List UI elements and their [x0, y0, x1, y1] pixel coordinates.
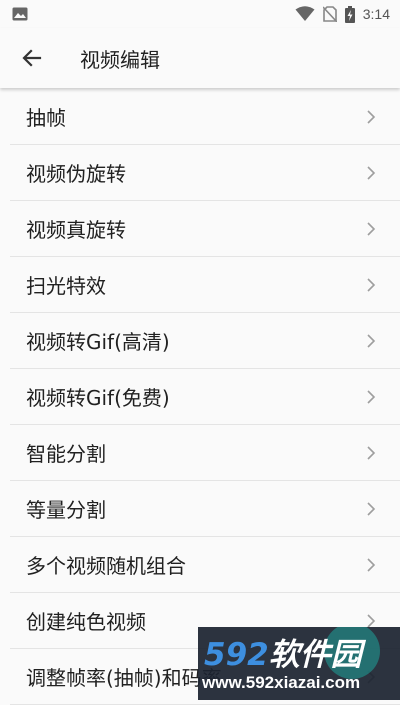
watermark-logo: 592软件园 www.592xiazai.com	[198, 627, 400, 700]
list-item[interactable]: 视频转Gif(免费)	[10, 369, 400, 425]
status-bar: 3:14	[0, 0, 400, 28]
list-item[interactable]: 视频真旋转	[10, 201, 400, 257]
wifi-icon	[295, 6, 315, 21]
list-item[interactable]: 视频转Gif(高清)	[10, 313, 400, 369]
list-item-label: 扫光特效	[26, 274, 106, 298]
list-item-label: 视频转Gif(高清)	[26, 330, 170, 354]
chevron-right-icon	[367, 221, 376, 236]
image-icon	[12, 7, 28, 21]
list-item[interactable]: 视频伪旋转	[10, 145, 400, 201]
status-time: 3:14	[362, 6, 390, 22]
no-sim-icon	[322, 6, 337, 22]
watermark-brand-number: 592	[204, 637, 269, 673]
chevron-right-icon	[367, 501, 376, 516]
chevron-right-icon	[367, 389, 376, 404]
chevron-right-icon	[367, 445, 376, 460]
list-item[interactable]: 扫光特效	[10, 257, 400, 313]
page-title: 视频编辑	[80, 47, 160, 72]
list-item-label: 视频转Gif(免费)	[26, 386, 170, 410]
list-item[interactable]: 等量分割	[10, 481, 400, 537]
watermark-brand-text: 软件园	[268, 637, 362, 673]
chevron-right-icon	[367, 333, 376, 348]
list-item-label: 抽帧	[26, 106, 66, 130]
chevron-right-icon	[367, 277, 376, 292]
battery-charging-icon	[344, 5, 355, 23]
watermark-url: www.592xiazai.com	[202, 673, 361, 692]
chevron-right-icon	[367, 557, 376, 572]
list-item-label: 视频真旋转	[26, 218, 126, 242]
app-bar: 视频编辑	[0, 28, 400, 88]
list-item-label: 多个视频随机组合	[26, 554, 186, 578]
chevron-right-icon	[367, 165, 376, 180]
list-item[interactable]: 抽帧	[10, 89, 400, 145]
arrow-back-icon	[22, 49, 42, 67]
chevron-right-icon	[367, 109, 376, 124]
list-item-label: 智能分割	[26, 442, 106, 466]
menu-list: 抽帧 视频伪旋转 视频真旋转 扫光特效 视频转Gif(高清) 视频转Gif(免费…	[0, 89, 400, 705]
list-item[interactable]: 智能分割	[10, 425, 400, 481]
list-item-label: 视频伪旋转	[26, 162, 126, 186]
watermark-brand: 592软件园	[204, 629, 362, 674]
list-item-label: 等量分割	[26, 498, 106, 522]
list-item[interactable]: 多个视频随机组合	[10, 537, 400, 593]
back-button[interactable]	[0, 28, 64, 88]
